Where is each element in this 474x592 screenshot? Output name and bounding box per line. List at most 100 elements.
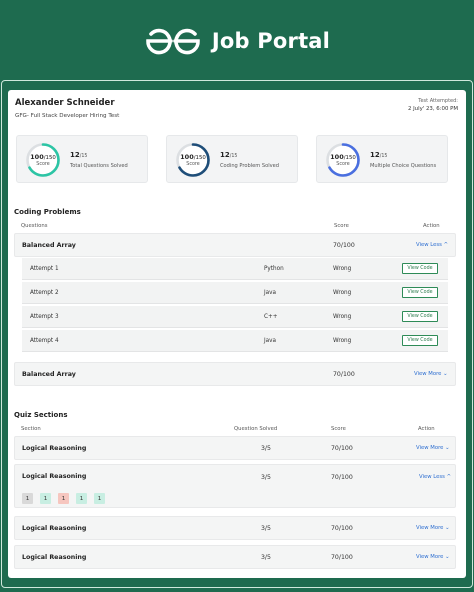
view-less-button[interactable]: View Less ^ <box>416 242 448 248</box>
score-value: 100 <box>180 153 194 161</box>
solved-total: /15 <box>79 154 88 159</box>
score-total: /150 <box>343 155 356 161</box>
chevron-up-icon: ^ <box>443 242 449 248</box>
section-name: Logical Reasoning <box>22 445 87 452</box>
score-readout: 100/150 Score <box>325 142 361 178</box>
view-more-button[interactable]: View More ⌄ <box>416 525 450 531</box>
quiz-section-row: Logical Reasoning 3/5 70/100 View More ⌄ <box>14 436 456 460</box>
attempt-label: Attempt 1 <box>30 266 59 272</box>
solved-count: 12 <box>370 151 380 159</box>
problem-name: Balanced Array <box>22 371 76 378</box>
action-label: View Less <box>416 242 442 248</box>
attempt-row: Attempt 4 Java Wrong View Code <box>22 330 448 352</box>
score-total: /150 <box>193 155 206 161</box>
score-value: 100 <box>30 153 44 161</box>
attempt-label: Attempt 2 <box>30 290 59 296</box>
quiz-section-row: Logical Reasoning 3/5 70/100 View More ⌄ <box>14 545 456 569</box>
coding-section-title: Coding Problems <box>14 208 81 216</box>
questions-solved: 3/5 <box>261 474 271 481</box>
quiz-section-expanded: Logical Reasoning 3/5 70/100 View Less ^… <box>14 464 456 508</box>
attempt-result: Wrong <box>333 338 352 344</box>
section-score: 70/100 <box>331 525 353 532</box>
chevron-up-icon: ^ <box>446 474 452 480</box>
candidate-name: Alexander Schneider <box>15 98 115 108</box>
question-chip[interactable]: 1 <box>58 493 69 504</box>
solved-total: /15 <box>379 154 388 159</box>
question-chip[interactable]: 1 <box>22 493 33 504</box>
action-label: View More <box>416 445 444 451</box>
section-name: Logical Reasoning <box>22 473 87 480</box>
question-chip[interactable]: 1 <box>40 493 51 504</box>
stat-description: Coding Problem Solved <box>220 163 279 169</box>
col-header-score: Score <box>331 426 346 432</box>
stat-description: Multiple Choice Questions <box>370 163 437 169</box>
question-chip[interactable]: 1 <box>94 493 105 504</box>
attempted-date: 2 July' 23, 6:00 PM <box>407 106 458 112</box>
quiz-section-row: Logical Reasoning 3/5 70/100 View More ⌄ <box>14 516 456 540</box>
col-header-solved: Question Solved <box>234 426 278 432</box>
col-header-action: Action <box>423 223 440 229</box>
attempt-label: Attempt 3 <box>30 314 59 320</box>
section-name: Logical Reasoning <box>22 554 87 561</box>
chevron-down-icon: ⌄ <box>445 525 450 531</box>
app-title: Job Portal <box>211 29 331 53</box>
attempt-row: Attempt 2 Java Wrong View Code <box>22 282 448 304</box>
chevron-down-icon: ⌄ <box>443 371 448 377</box>
section-name: Logical Reasoning <box>22 525 87 532</box>
col-header-score: Score <box>334 223 349 229</box>
col-header-action: Action <box>418 426 435 432</box>
attempt-result: Wrong <box>333 290 352 296</box>
attempted-label: Test Attempted: <box>418 98 458 104</box>
action-label: View More <box>414 371 442 377</box>
problem-score: 70/100 <box>333 371 355 378</box>
questions-solved: 3/5 <box>261 525 271 532</box>
question-chip[interactable]: 1 <box>76 493 87 504</box>
stat-description: Total Questions Solved <box>70 163 128 169</box>
section-score: 70/100 <box>331 474 353 481</box>
coding-problem-row: Balanced Array 70/100 View Less ^ <box>14 233 456 257</box>
score-readout: 100/150 Score <box>25 142 61 178</box>
test-name: GFG- Full Stack Developer Hiring Test <box>15 113 120 119</box>
solved-count: 12 <box>220 151 230 159</box>
attempt-row: Attempt 1 Python Wrong View Code <box>22 258 448 280</box>
attempt-language: Java <box>264 290 277 296</box>
chevron-down-icon: ⌄ <box>445 445 450 451</box>
problem-score: 70/100 <box>333 242 355 249</box>
score-label: Score <box>186 162 200 167</box>
attempt-language: Python <box>264 266 284 272</box>
stat-card-coding: 100/150 Score 12/15 Coding Problem Solve… <box>166 135 298 183</box>
gfg-logo-icon <box>146 28 200 55</box>
test-attempted: Test Attempted: 2 July' 23, 6:00 PM <box>408 97 458 113</box>
questions-solved: 3/5 <box>261 554 271 561</box>
chevron-down-icon: ⌄ <box>445 554 450 560</box>
view-more-button[interactable]: View More ⌄ <box>416 554 450 560</box>
attempt-result: Wrong <box>333 314 352 320</box>
attempt-result: Wrong <box>333 266 352 272</box>
coding-problem-row: Balanced Array 70/100 View More ⌄ <box>14 362 456 386</box>
stat-card-mcq: 100/150 Score 12/15 Multiple Choice Ques… <box>316 135 448 183</box>
col-header-questions: Questions <box>21 223 48 229</box>
attempt-language: C++ <box>264 314 278 320</box>
view-code-button[interactable]: View Code <box>402 287 438 298</box>
view-more-button[interactable]: View More ⌄ <box>416 445 450 451</box>
section-score: 70/100 <box>331 554 353 561</box>
attempt-language: Java <box>264 338 277 344</box>
view-code-button[interactable]: View Code <box>402 335 438 346</box>
score-label: Score <box>36 162 50 167</box>
solved-count: 12 <box>70 151 80 159</box>
view-less-button[interactable]: View Less ^ <box>419 474 451 480</box>
score-label: Score <box>336 162 350 167</box>
section-score: 70/100 <box>331 445 353 452</box>
view-code-button[interactable]: View Code <box>402 263 438 274</box>
brand-header: Job Portal <box>0 24 474 58</box>
attempt-row: Attempt 3 C++ Wrong View Code <box>22 306 448 328</box>
questions-solved: 3/5 <box>261 445 271 452</box>
action-label: View More <box>416 525 444 531</box>
view-more-button[interactable]: View More ⌄ <box>414 371 448 377</box>
report-card: Alexander Schneider GFG- Full Stack Deve… <box>8 90 466 578</box>
score-readout: 100/150 Score <box>175 142 211 178</box>
action-label: View More <box>416 554 444 560</box>
solved-total: /15 <box>229 154 238 159</box>
view-code-button[interactable]: View Code <box>402 311 438 322</box>
score-total: /150 <box>43 155 56 161</box>
